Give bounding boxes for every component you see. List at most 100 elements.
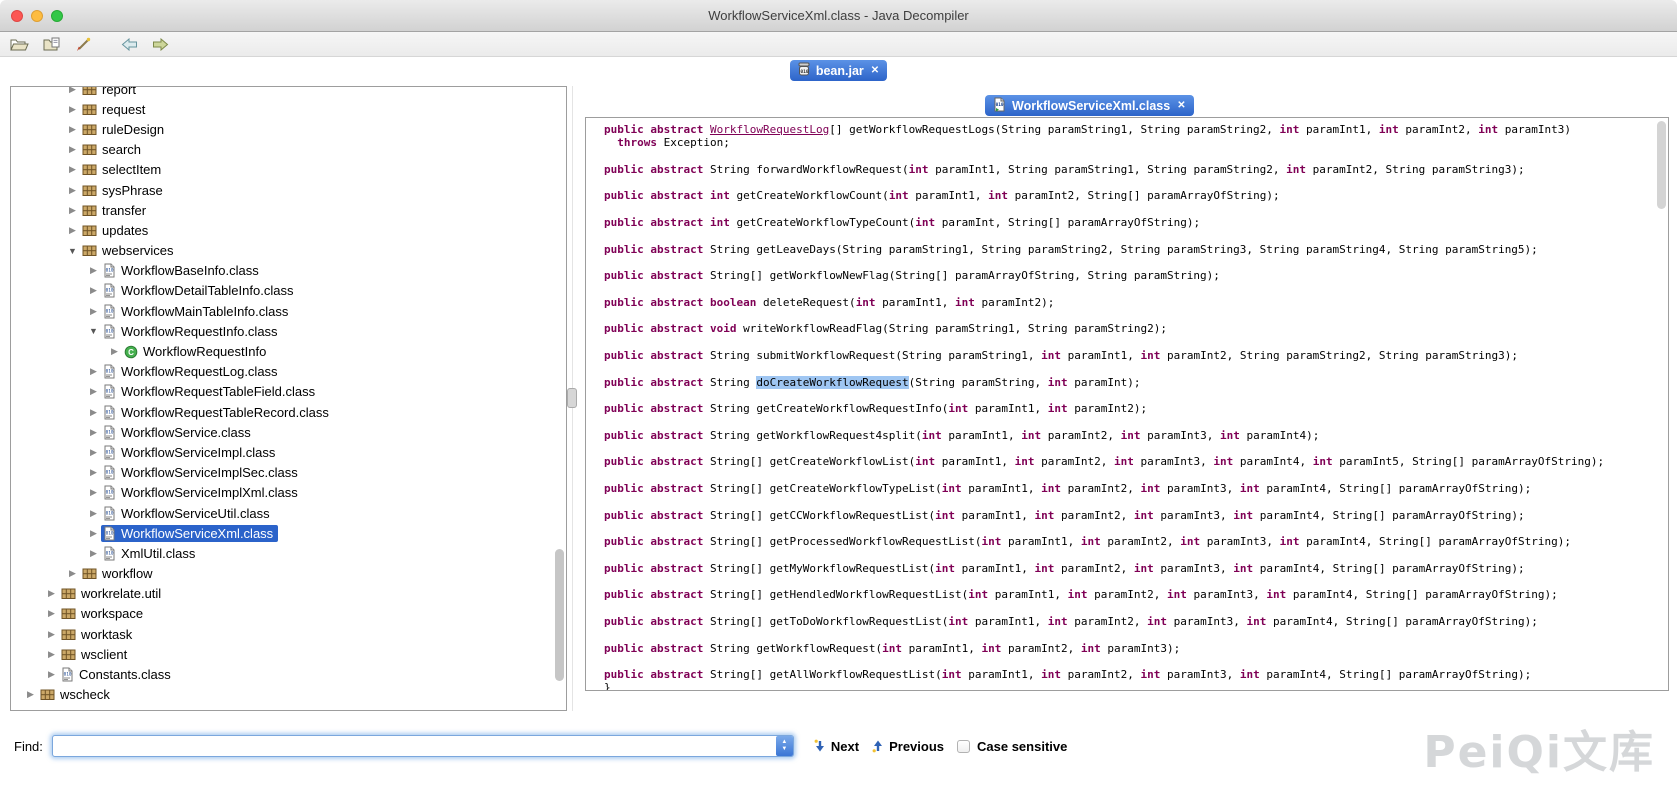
back-icon[interactable] [121, 38, 138, 51]
find-next-button[interactable]: Next [831, 739, 859, 754]
tree-item-webservices[interactable]: ▼ webservices [11, 241, 566, 261]
chevron-right-icon[interactable]: ▶ [44, 669, 59, 680]
code-line [604, 283, 1668, 296]
tree-item-workflowbaseinfo-class[interactable]: ▶010WorkflowBaseInfo.class [11, 261, 566, 281]
tree-item-transfer[interactable]: ▶transfer [11, 200, 566, 220]
chevron-right-icon[interactable]: ▶ [44, 608, 59, 619]
open-file-icon[interactable] [10, 37, 29, 52]
chevron-right-icon[interactable]: ▶ [44, 588, 59, 599]
tree-item-constants-class[interactable]: ▶010Constants.class [11, 664, 566, 684]
tree-item-workflowrequestinfo[interactable]: ▶CWorkflowRequestInfo [11, 341, 566, 361]
code-scrollbar-thumb[interactable] [1657, 121, 1666, 209]
tree-item-selectitem[interactable]: ▶selectItem [11, 160, 566, 180]
tree-item-wsclient[interactable]: ▶wsclient [11, 644, 566, 664]
chevron-right-icon[interactable]: ▶ [86, 366, 101, 377]
splitter-handle[interactable] [567, 388, 577, 408]
tree-item-workflowrequesttablefield-class[interactable]: ▶010WorkflowRequestTableField.class [11, 382, 566, 402]
tree-item-report[interactable]: ▶report [11, 86, 566, 99]
tree-item-request[interactable]: ▶request [11, 99, 566, 119]
combo-stepper-icon[interactable]: ▲▼ [776, 736, 793, 756]
open-folder-icon[interactable] [43, 37, 61, 52]
case-sensitive-checkbox[interactable] [957, 740, 970, 753]
type-link[interactable]: WorkflowRequestLog [710, 123, 829, 136]
tree-item-workflowmaintableinfo-class[interactable]: ▶010WorkflowMainTableInfo.class [11, 301, 566, 321]
code-line [604, 416, 1668, 429]
tree-item-workflowservicexml-class[interactable]: ▶010WorkflowServiceXml.class [11, 523, 566, 543]
tree-item-search[interactable]: ▶search [11, 140, 566, 160]
chevron-right-icon[interactable]: ▶ [86, 386, 101, 397]
close-window-button[interactable] [11, 10, 23, 22]
tree-item-label: WorkflowRequestLog.class [121, 364, 278, 379]
tree-item-label: WorkflowBaseInfo.class [121, 263, 259, 278]
chevron-right-icon[interactable]: ▶ [44, 629, 59, 640]
chevron-right-icon[interactable]: ▶ [65, 225, 80, 236]
chevron-right-icon[interactable]: ▶ [107, 346, 122, 357]
chevron-right-icon[interactable]: ▶ [86, 467, 101, 478]
zoom-window-button[interactable] [51, 10, 63, 22]
chevron-right-icon[interactable]: ▶ [86, 427, 101, 438]
find-bar: Find: ▲▼ Next Previous Case sensitive [0, 727, 1677, 765]
tab-workflowservicexml-class[interactable]: 010 WorkflowServiceXml.class ✕ [985, 95, 1194, 116]
tree-item-workspace[interactable]: ▶workspace [11, 604, 566, 624]
forward-icon[interactable] [152, 38, 169, 51]
chevron-right-icon[interactable]: ▶ [86, 447, 101, 458]
chevron-down-icon[interactable]: ▼ [86, 326, 101, 336]
chevron-right-icon[interactable]: ▶ [65, 144, 80, 155]
tree-item-workflowserviceimpl-class[interactable]: ▶010WorkflowServiceImpl.class [11, 442, 566, 462]
class-file-icon: 010 [61, 667, 74, 682]
minimize-window-button[interactable] [31, 10, 43, 22]
tree-item-label: webservices [102, 243, 174, 258]
code-line: public abstract String[] getCCWorkflowRe… [604, 509, 1668, 522]
chevron-right-icon[interactable]: ▶ [86, 285, 101, 296]
chevron-right-icon[interactable]: ▶ [86, 528, 101, 539]
chevron-right-icon[interactable]: ▶ [65, 86, 80, 95]
source-code-panel[interactable]: public abstract WorkflowRequestLog[] get… [585, 117, 1669, 691]
chevron-right-icon[interactable]: ▶ [65, 205, 80, 216]
chevron-right-icon[interactable]: ▶ [65, 568, 80, 579]
chevron-right-icon[interactable]: ▶ [65, 185, 80, 196]
code-line [604, 229, 1668, 242]
chevron-right-icon[interactable]: ▶ [86, 407, 101, 418]
chevron-right-icon[interactable]: ▶ [86, 548, 101, 559]
tree-item-workflowrequestlog-class[interactable]: ▶010WorkflowRequestLog.class [11, 362, 566, 382]
tree-item-workflowservice-class[interactable]: ▶010WorkflowService.class [11, 422, 566, 442]
close-tab-icon[interactable]: ✕ [1177, 100, 1185, 111]
tree-item-updates[interactable]: ▶updates [11, 220, 566, 240]
title-bar[interactable]: WorkflowServiceXml.class - Java Decompil… [0, 0, 1677, 32]
chevron-right-icon[interactable]: ▶ [65, 104, 80, 115]
close-tab-icon[interactable]: ✕ [871, 65, 879, 76]
chevron-down-icon[interactable]: ▼ [65, 246, 80, 256]
case-sensitive-label: Case sensitive [977, 739, 1067, 754]
find-input[interactable] [52, 735, 794, 757]
paintbrush-icon[interactable] [75, 37, 91, 52]
code-line [604, 549, 1668, 562]
find-previous-button[interactable]: Previous [889, 739, 944, 754]
tree-item-sysphrase[interactable]: ▶sysPhrase [11, 180, 566, 200]
chevron-right-icon[interactable]: ▶ [86, 487, 101, 498]
tree-item-workflowserviceimplxml-class[interactable]: ▶010WorkflowServiceImplXml.class [11, 483, 566, 503]
tree-item-workflowserviceutil-class[interactable]: ▶010WorkflowServiceUtil.class [11, 503, 566, 523]
tree-item-xmlutil-class[interactable]: ▶010XmlUtil.class [11, 543, 566, 563]
chevron-right-icon[interactable]: ▶ [44, 649, 59, 660]
tree-item-ruledesign[interactable]: ▶ruleDesign [11, 119, 566, 139]
tree-scrollbar-thumb[interactable] [555, 549, 564, 681]
tree-item-workflowdetailtableinfo-class[interactable]: ▶010WorkflowDetailTableInfo.class [11, 281, 566, 301]
package-tree-panel[interactable]: ▶report▶request▶ruleDesign▶search▶select… [10, 86, 567, 711]
chevron-right-icon[interactable]: ▶ [86, 508, 101, 519]
tree-item-workflowserviceimplsec-class[interactable]: ▶010WorkflowServiceImplSec.class [11, 463, 566, 483]
tree-item-workrelate-util[interactable]: ▶workrelate.util [11, 584, 566, 604]
tree-item-label: WorkflowRequestTableRecord.class [121, 405, 329, 420]
tree-item-wscheck[interactable]: ▶wscheck [11, 685, 566, 705]
chevron-right-icon[interactable]: ▶ [23, 689, 38, 700]
package-icon [82, 86, 97, 96]
tree-item-workflowrequesttablerecord-class[interactable]: ▶010WorkflowRequestTableRecord.class [11, 402, 566, 422]
tree-item-worktask[interactable]: ▶worktask [11, 624, 566, 644]
tree-item-workflow[interactable]: ▶workflow [11, 564, 566, 584]
chevron-right-icon[interactable]: ▶ [65, 124, 80, 135]
chevron-right-icon[interactable]: ▶ [65, 164, 80, 175]
tree-item-workflowrequestinfo-class[interactable]: ▼010WorkflowRequestInfo.class [11, 321, 566, 341]
chevron-right-icon[interactable]: ▶ [86, 265, 101, 276]
tree-item-label: WorkflowMainTableInfo.class [121, 304, 288, 319]
tab-bean-jar[interactable]: 010 bean.jar ✕ [790, 60, 887, 81]
chevron-right-icon[interactable]: ▶ [86, 306, 101, 317]
